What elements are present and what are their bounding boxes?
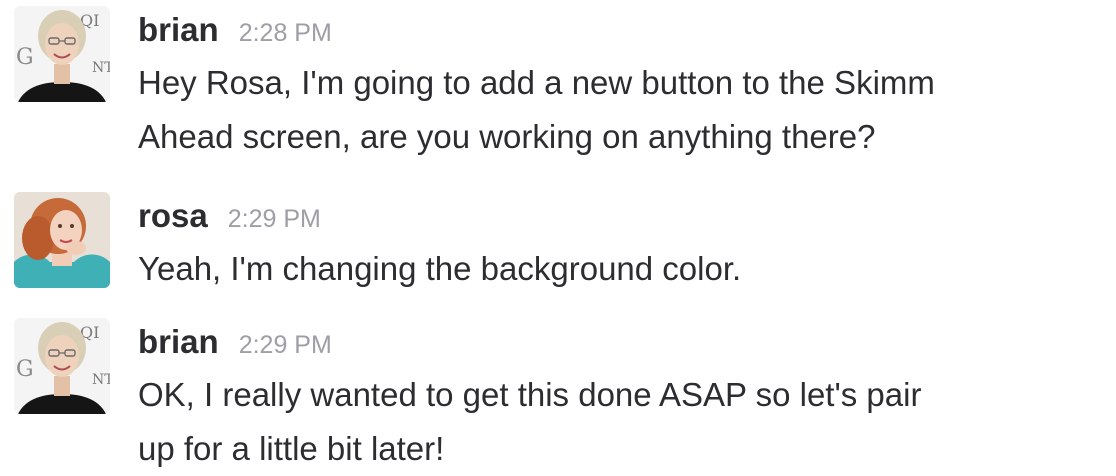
avatar-brian-image: QI G NT: [14, 6, 110, 102]
avatar-brian[interactable]: QI G NT: [14, 318, 110, 414]
message-header: brian 2:29 PM: [138, 316, 1106, 368]
svg-text:NT: NT: [92, 372, 110, 388]
message-line: Hey Rosa, I'm going to add a new button …: [138, 64, 935, 101]
timestamp[interactable]: 2:29 PM: [239, 319, 332, 371]
message-line: up for a little bit later!: [138, 430, 445, 467]
message-content: brian 2:29 PM OK, I really wanted to get…: [138, 316, 1106, 476]
avatar-rosa-image: [14, 192, 110, 288]
username[interactable]: rosa: [138, 190, 208, 242]
svg-text:G: G: [16, 357, 34, 382]
message-line: Ahead screen, are you working on anythin…: [138, 118, 876, 155]
message: QI G NT brian 2:28 PM Hey Rosa, I'm goin…: [14, 4, 1106, 164]
message-text: OK, I really wanted to get this done ASA…: [138, 368, 1106, 476]
svg-text:NT: NT: [92, 60, 110, 76]
message-header: rosa 2:29 PM: [138, 190, 1106, 242]
message-content: brian 2:28 PM Hey Rosa, I'm going to add…: [138, 4, 1106, 164]
username[interactable]: brian: [138, 316, 219, 368]
avatar-rosa[interactable]: [14, 192, 110, 288]
timestamp[interactable]: 2:29 PM: [228, 193, 321, 245]
message-line: OK, I really wanted to get this done ASA…: [138, 376, 922, 413]
avatar-brian-image: QI G NT: [14, 318, 110, 414]
username[interactable]: brian: [138, 4, 219, 56]
message-text: Yeah, I'm changing the background color.: [138, 242, 1106, 296]
message-content: rosa 2:29 PM Yeah, I'm changing the back…: [138, 190, 1106, 296]
svg-text:G: G: [16, 45, 34, 70]
message-line: Yeah, I'm changing the background color.: [138, 250, 742, 287]
chat-message-list: QI G NT brian 2:28 PM Hey Rosa, I'm goin…: [0, 0, 1116, 476]
avatar-brian[interactable]: QI G NT: [14, 6, 110, 102]
message-header: brian 2:28 PM: [138, 4, 1106, 56]
message: QI G NT brian 2:29 PM OK, I really wante…: [14, 316, 1106, 476]
message-text: Hey Rosa, I'm going to add a new button …: [138, 56, 1106, 164]
message: rosa 2:29 PM Yeah, I'm changing the back…: [14, 190, 1106, 296]
timestamp[interactable]: 2:28 PM: [239, 7, 332, 59]
